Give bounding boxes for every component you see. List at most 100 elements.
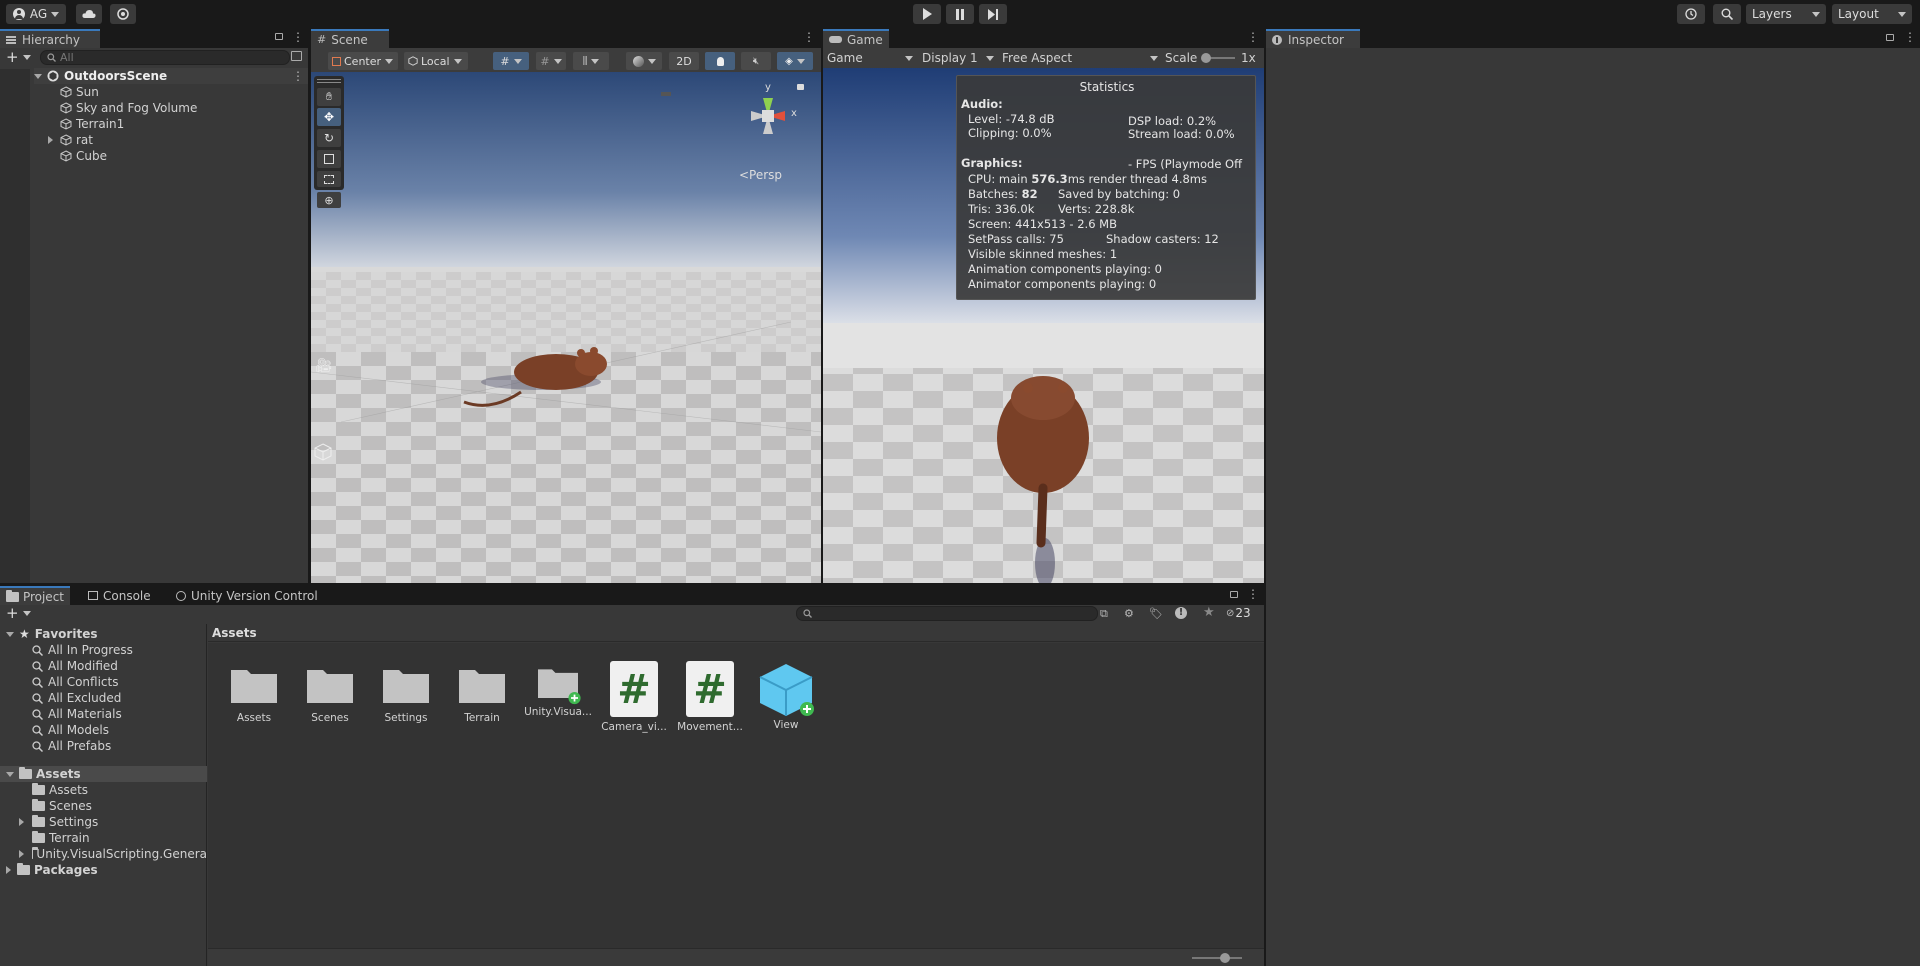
warning-filter-icon[interactable]: !	[1175, 607, 1187, 619]
services-button[interactable]	[110, 4, 136, 24]
asset-item-view-prefab[interactable]: View	[751, 661, 821, 731]
grid-snap-toggle[interactable]: #	[493, 52, 529, 70]
tree-item-terrain[interactable]: Terrain	[32, 830, 90, 846]
lock-icon[interactable]	[1886, 34, 1894, 41]
aspect-dropdown[interactable]: Free Aspect	[1002, 49, 1158, 67]
hierarchy-item-rat[interactable]: rat	[48, 132, 93, 148]
kebab-menu-icon[interactable]: ⋮	[1904, 30, 1916, 44]
step-button[interactable]	[979, 4, 1007, 24]
assets-tree-header[interactable]: Assets	[0, 766, 207, 782]
undo-history-button[interactable]	[1677, 4, 1705, 24]
tree-item-scenes[interactable]: Scenes	[32, 798, 92, 814]
transform-tool-button[interactable]: ⊕	[317, 192, 341, 208]
favorites-header[interactable]: ★ Favorites	[6, 626, 97, 642]
tree-item-settings[interactable]: Settings	[19, 814, 98, 830]
lighting-toggle[interactable]	[705, 52, 735, 70]
tab-inspector[interactable]: Inspector	[1266, 29, 1360, 48]
scene-row[interactable]: OutdoorsScene ⋮	[34, 68, 308, 84]
pause-button[interactable]	[946, 4, 974, 24]
tag-icon[interactable]: 🏷︎	[1149, 607, 1163, 620]
hierarchy-item-terrain1[interactable]: Terrain1	[60, 116, 124, 132]
tree-item-visualscripting[interactable]: Unity.VisualScripting.Genera	[19, 846, 207, 862]
cloud-button[interactable]	[76, 4, 102, 24]
kebab-menu-icon[interactable]: ⋮	[292, 30, 304, 44]
favorite-item[interactable]: All Excluded	[32, 690, 121, 706]
asset-item-assets[interactable]: Assets	[219, 665, 289, 724]
layout-dropdown[interactable]: Layout	[1832, 4, 1912, 24]
kebab-menu-icon[interactable]: ⋮	[1247, 587, 1259, 601]
scale-slider[interactable]	[1201, 53, 1235, 63]
kebab-menu-icon[interactable]: ⋮	[1247, 30, 1259, 44]
scene-viewport[interactable]: ✋︎ ✥ ↻ ⊕ y x <Persp 🎥︎	[311, 72, 821, 583]
tree-item-assets[interactable]: Assets	[32, 782, 88, 798]
lock-icon[interactable]	[1230, 591, 1238, 598]
project-search-input[interactable]	[796, 606, 1098, 621]
game-mode-dropdown[interactable]: Game	[827, 49, 913, 67]
tab-console[interactable]: Console	[82, 586, 157, 605]
snap-increment-dropdown[interactable]: ⫼	[573, 52, 609, 70]
expand-arrow-icon[interactable]	[48, 136, 53, 144]
favorite-item[interactable]: All Materials	[32, 706, 122, 722]
create-dropdown[interactable]: +	[6, 50, 31, 65]
asset-item-visualscripting[interactable]: Unity.Visua...	[523, 665, 593, 718]
display-dropdown[interactable]: Display 1	[922, 49, 994, 67]
hand-tool-button[interactable]: ✋︎	[317, 88, 341, 106]
scale-tool-button[interactable]	[317, 150, 341, 168]
asset-item-scenes[interactable]: Scenes	[295, 665, 365, 724]
favorite-item[interactable]: All Prefabs	[32, 738, 111, 754]
favorite-star-icon[interactable]: ★	[1203, 605, 1215, 620]
account-dropdown[interactable]: AG	[6, 4, 66, 24]
asset-item-camera-script[interactable]: # Camera_vi...	[599, 661, 669, 733]
layers-dropdown[interactable]: Layers	[1746, 4, 1826, 24]
tab-game[interactable]: Game	[823, 29, 889, 48]
asset-item-settings[interactable]: Settings	[371, 665, 441, 724]
favorite-item[interactable]: All Conflicts	[32, 674, 118, 690]
expand-arrow-icon[interactable]	[6, 631, 14, 637]
gizmo-lock-icon[interactable]	[797, 84, 804, 90]
expand-arrow-icon[interactable]	[6, 771, 14, 777]
icon-size-slider[interactable]	[1192, 953, 1242, 963]
hierarchy-item-cube[interactable]: Cube	[60, 148, 107, 164]
hierarchy-item-sun[interactable]: Sun	[60, 84, 99, 100]
shading-mode-dropdown[interactable]	[626, 52, 662, 70]
packages-tree-header[interactable]: Packages	[6, 862, 98, 878]
scale-slider-thumb[interactable]	[1201, 53, 1211, 63]
hierarchy-search-input[interactable]: All	[40, 50, 290, 65]
tab-hierarchy[interactable]: Hierarchy	[0, 29, 100, 48]
tab-scene[interactable]: # Scene	[311, 29, 389, 48]
asset-item-movement-script[interactable]: # Movement...	[675, 661, 745, 733]
persp-label[interactable]: <Persp	[739, 168, 782, 182]
favorite-item[interactable]: All In Progress	[32, 642, 133, 658]
rect-tool-button[interactable]	[317, 171, 341, 187]
play-button[interactable]	[913, 4, 941, 24]
search-by-label-icon[interactable]: ⚙	[1124, 607, 1134, 620]
search-by-type-icon[interactable]: ⧉	[1100, 607, 1108, 621]
expand-arrow-icon[interactable]	[19, 850, 24, 858]
favorite-item[interactable]: All Models	[32, 722, 109, 738]
expand-arrow-icon[interactable]	[34, 73, 42, 79]
hidden-packages-toggle[interactable]: ⊘ 23	[1226, 606, 1251, 620]
pivot-dropdown[interactable]: Center	[328, 52, 398, 70]
breadcrumb-assets[interactable]: Assets	[212, 626, 257, 640]
scene-kebab-icon[interactable]: ⋮	[292, 69, 304, 83]
expand-arrow-icon[interactable]	[6, 866, 11, 874]
project-create-dropdown[interactable]: +	[6, 605, 31, 621]
hierarchy-options-icon[interactable]	[291, 51, 302, 61]
move-tool-button[interactable]: ✥	[317, 108, 341, 126]
lock-icon[interactable]	[275, 33, 283, 40]
rotate-tool-button[interactable]: ↻	[317, 129, 341, 147]
orientation-gizmo[interactable]: y x	[733, 82, 803, 146]
icon-size-slider-thumb[interactable]	[1220, 953, 1230, 963]
expand-arrow-icon[interactable]	[19, 818, 24, 826]
tab-project[interactable]: Project	[0, 586, 70, 605]
favorite-item[interactable]: All Modified	[32, 658, 118, 674]
hierarchy-item-sky-fog[interactable]: Sky and Fog Volume	[60, 100, 197, 116]
kebab-menu-icon[interactable]: ⋮	[803, 30, 815, 44]
grid-visibility-toggle[interactable]: #	[536, 52, 566, 70]
tab-version-control[interactable]: Unity Version Control	[170, 586, 324, 605]
drag-handle-icon[interactable]	[317, 78, 341, 84]
effects-dropdown[interactable]: ◈	[777, 52, 813, 70]
asset-item-terrain[interactable]: Terrain	[447, 665, 517, 724]
space-dropdown[interactable]: Local	[404, 52, 468, 70]
toggle-2d-button[interactable]: 2D	[669, 52, 699, 70]
